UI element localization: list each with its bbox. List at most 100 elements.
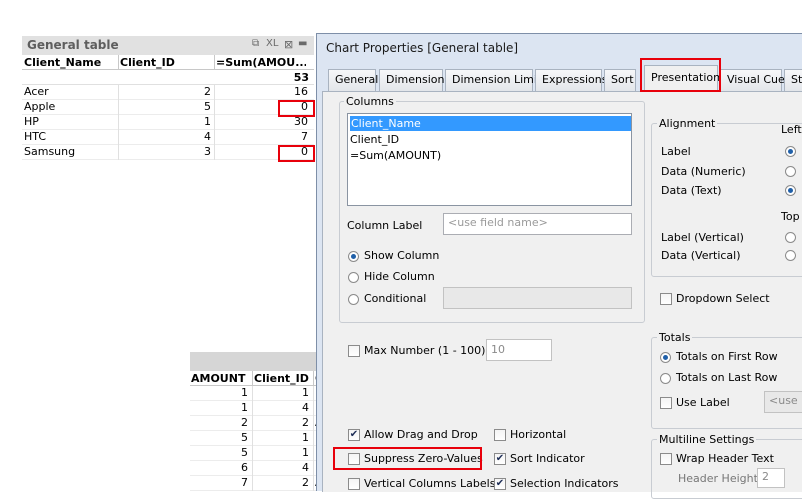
client-name-cell[interactable]: Samsung [24,145,75,160]
header-client-id[interactable]: Client_ID [254,371,312,386]
column-label-input[interactable]: <use field name> [443,213,632,235]
dropdown-select-label[interactable]: Dropdown Select [676,292,770,305]
columns-listbox[interactable]: Client_Name Client_ID =Sum(AMOUNT) [347,113,632,206]
hide-column-label[interactable]: Hide Column [364,270,435,283]
max-number-input: 10 [486,339,552,361]
use-label-label[interactable]: Use Label [676,396,730,409]
tab-style[interactable]: Sty [784,69,802,91]
close-icon[interactable]: ⊠ [284,38,293,51]
label-vertical-top-radio[interactable] [785,232,796,243]
client-id-cell: 5 [118,100,213,115]
client-name-cell[interactable]: Acer [24,85,49,100]
suppress-zero-highlight [333,447,482,470]
table-row[interactable]: HP 1 30 [22,115,314,130]
tab-sort[interactable]: Sort [604,69,636,91]
alignment-group-label: Alignment [657,117,718,130]
align-label-vertical-caption: Label (Vertical) [661,231,744,244]
totals-group-label: Totals [657,331,693,344]
totals-first-row-radio[interactable] [660,352,671,363]
wrap-header-text-checkbox[interactable] [660,453,672,465]
zero-value-highlight [278,100,315,117]
client-name-cell[interactable]: HTC [24,130,46,145]
wrap-header-text-label[interactable]: Wrap Header Text [676,452,774,465]
amount-cell: 30 [214,115,310,130]
table-row[interactable]: Apple 5 0 [22,100,314,115]
client-id-cell: 2 [252,416,312,431]
header-sum-amount[interactable]: =Sum(AMOU... [216,55,306,70]
max-number-checkbox[interactable] [348,345,360,357]
presentation-panel: Columns Client_Name Client_ID =Sum(AMOUN… [322,91,802,499]
amount-cell: 6 [241,461,248,474]
show-column-radio[interactable] [348,251,359,262]
totals-last-row-radio[interactable] [660,373,671,384]
sort-indicator-label[interactable]: Sort Indicator [510,452,585,465]
amount-cell: 5 [241,431,248,444]
hide-column-radio[interactable] [348,272,359,283]
data-vertical-top-radio[interactable] [785,250,796,261]
totals-first-row-label[interactable]: Totals on First Row [676,350,778,363]
amount-cell: 1 [241,401,248,414]
data-numeric-left-radio[interactable] [785,166,796,177]
amount-table-body: 1 1 H 1 4 H 2 2 A 5 1 H 5 1 H 6 4 H [190,386,323,491]
totals-row: 53 [22,70,314,85]
table-row[interactable]: 1 4 H [190,401,323,416]
header-amount[interactable]: AMOUNT [191,371,251,386]
show-column-label[interactable]: Show Column [364,249,439,262]
amount-table: AMOUNT Client_ID C 1 1 H 1 4 H 2 2 A 5 1… [190,352,323,491]
header-client-name[interactable]: Client_Name [24,55,116,70]
selection-indicators-label[interactable]: Selection Indicators [510,477,619,490]
list-item[interactable]: =Sum(AMOUNT) [350,148,441,163]
table-row[interactable]: 5 1 H [190,431,323,446]
horizontal-checkbox[interactable] [494,429,506,441]
use-label-checkbox[interactable] [660,397,672,409]
excel-export-icon[interactable]: XL [266,38,278,49]
align-data-vertical-caption: Data (Vertical) [661,249,741,262]
minimize-icon[interactable]: ▬ [298,38,307,49]
use-label-input: <use d [764,391,802,413]
tab-dimension-limits[interactable]: Dimension Limits [445,69,547,91]
label-left-radio[interactable] [785,146,796,157]
tab-dimensions[interactable]: Dimensions [379,69,450,91]
vertical-column-labels-checkbox[interactable] [348,478,360,490]
allow-drag-drop-label[interactable]: Allow Drag and Drop [364,428,478,441]
list-item[interactable]: Client_Name [350,116,631,131]
columns-group-label: Columns [344,95,396,108]
tab-general[interactable]: General [328,69,378,91]
table-row[interactable]: 2 2 A [190,416,323,431]
table-row[interactable]: 6 4 H [190,461,323,476]
sort-indicator-checkbox[interactable]: ✔ [494,453,506,465]
vertical-column-labels-label[interactable]: Vertical Columns Labels [364,477,495,490]
total-value: 53 [293,71,309,84]
totals-last-row-label[interactable]: Totals on Last Row [676,371,777,384]
horizontal-label[interactable]: Horizontal [510,428,566,441]
allow-drag-drop-checkbox[interactable]: ✔ [348,429,360,441]
align-label-caption: Label [661,145,691,158]
data-text-left-radio[interactable] [785,185,796,196]
dropdown-select-checkbox[interactable] [660,293,672,305]
amount-cell: 7 [214,130,310,145]
table-row[interactable]: Acer 2 16 [22,85,314,100]
align-left-header: Left [781,123,802,136]
table-row[interactable]: HTC 4 7 [22,130,314,145]
table-row[interactable]: 7 2 A [190,476,323,491]
table-row[interactable]: Samsung 3 0 [22,145,314,160]
table-row[interactable]: 1 1 H [190,386,323,401]
copy-table-icon[interactable]: ⧉ [252,38,259,49]
align-data-numeric-caption: Data (Numeric) [661,165,746,178]
list-item[interactable]: Client_ID [350,132,399,147]
conditional-expression-input [443,287,632,309]
tab-expressions[interactable]: Expressions [535,69,607,91]
header-client-id[interactable]: Client_ID [120,55,212,70]
table-row[interactable]: 5 1 H [190,446,323,461]
client-name-cell[interactable]: HP [24,115,39,130]
zero-value-highlight [278,145,315,162]
column-label-caption: Column Label [347,219,423,232]
conditional-radio[interactable] [348,294,359,305]
conditional-label[interactable]: Conditional [364,292,426,305]
selection-indicators-checkbox[interactable]: ✔ [494,478,506,490]
client-name-cell[interactable]: Apple [24,100,55,115]
tab-visual-cues[interactable]: Visual Cues [720,69,791,91]
max-number-label[interactable]: Max Number (1 - 100) [364,344,485,357]
header-height-label: Header Height [678,472,758,485]
client-id-cell: 4 [118,130,213,145]
